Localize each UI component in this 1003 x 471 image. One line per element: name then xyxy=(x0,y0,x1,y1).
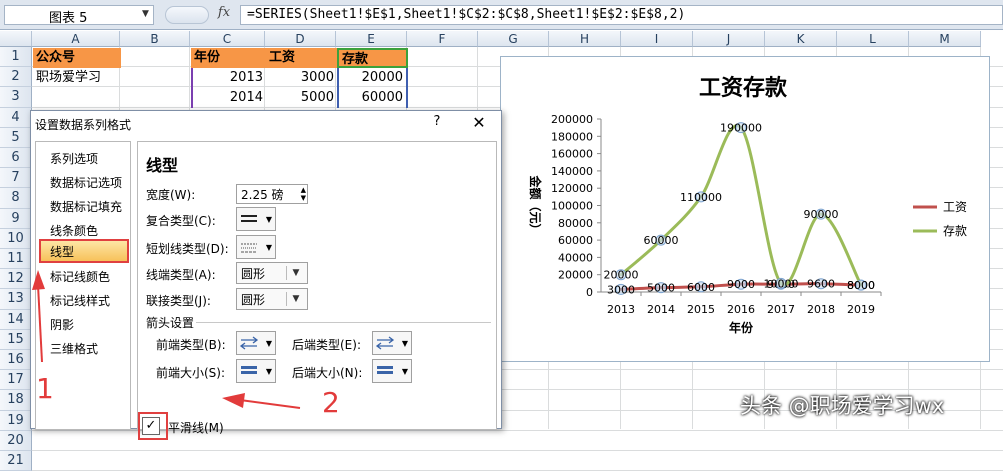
row-header-21[interactable]: 21 xyxy=(0,451,32,471)
arrow-1-head-icon xyxy=(32,270,45,290)
watermark: 头条 @职场爱学习wx xyxy=(740,394,945,418)
row-header-20[interactable]: 20 xyxy=(0,430,32,451)
step-2-label: 2 xyxy=(322,386,340,419)
gridline xyxy=(32,450,1003,451)
arrow-1-icon xyxy=(37,284,43,363)
step-1-label: 1 xyxy=(36,372,54,405)
annotation-overlay xyxy=(32,270,301,409)
arrow-2-icon xyxy=(239,399,301,409)
arrow-2-head-icon xyxy=(222,393,245,408)
